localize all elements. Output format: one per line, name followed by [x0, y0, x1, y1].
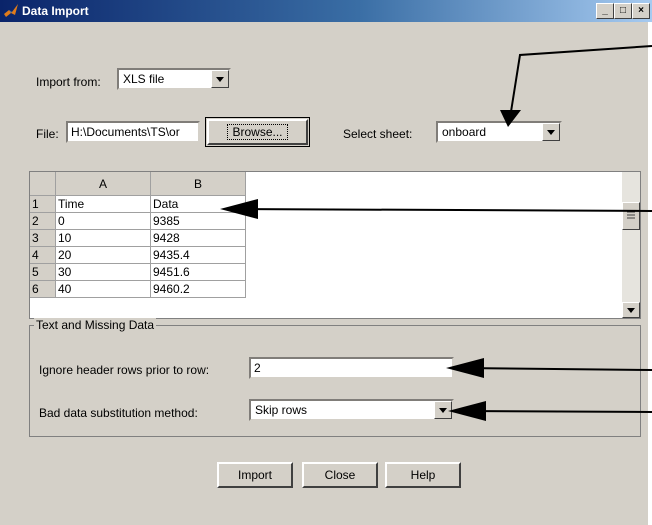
import-from-dropdown[interactable]: XLS file — [117, 68, 231, 90]
maximize-button[interactable]: □ — [614, 3, 632, 19]
scroll-down-button[interactable] — [622, 302, 640, 318]
corner-header — [30, 172, 56, 196]
select-sheet-value: onboard — [442, 125, 487, 139]
row-header[interactable]: 3 — [30, 230, 56, 247]
table-cell[interactable]: 10 — [56, 230, 151, 247]
table-cell[interactable]: Data — [151, 196, 246, 213]
bad-data-method-value: Skip rows — [255, 403, 308, 417]
column-header-a[interactable]: A — [56, 172, 151, 196]
bad-data-method-dropdown[interactable]: Skip rows — [249, 399, 454, 421]
title-bar[interactable]: Data Import _ □ × — [0, 0, 652, 22]
file-label: File: — [36, 127, 59, 141]
ignore-header-rows-value: 2 — [254, 361, 261, 375]
table-cell[interactable]: 40 — [56, 281, 151, 298]
import-button-label: Import — [237, 468, 272, 482]
table-cell[interactable]: 9451.6 — [151, 264, 246, 281]
ignore-header-rows-field[interactable]: 2 — [249, 357, 454, 379]
close-button-label: Close — [324, 468, 356, 482]
close-button[interactable]: Close — [302, 462, 378, 488]
table-cell[interactable]: 20 — [56, 247, 151, 264]
chevron-down-icon[interactable] — [542, 123, 560, 141]
table-cell[interactable]: 9428 — [151, 230, 246, 247]
help-button-label: Help — [410, 468, 436, 482]
select-sheet-label: Select sheet: — [343, 127, 413, 141]
vertical-scrollbar[interactable] — [622, 172, 640, 318]
table-cell[interactable]: 9385 — [151, 213, 246, 230]
import-from-value: XLS file — [123, 72, 165, 86]
row-header[interactable]: 4 — [30, 247, 56, 264]
close-window-button[interactable]: × — [632, 3, 650, 19]
table-cell[interactable]: 30 — [56, 264, 151, 281]
help-button[interactable]: Help — [385, 462, 461, 488]
import-from-label: Import from: — [36, 75, 101, 89]
table-cell[interactable]: 9435.4 — [151, 247, 246, 264]
column-header-b[interactable]: B — [151, 172, 246, 196]
chevron-down-icon[interactable] — [434, 401, 452, 419]
minimize-button[interactable]: _ — [596, 3, 614, 19]
chevron-down-icon[interactable] — [211, 70, 229, 88]
group-title: Text and Missing Data — [34, 318, 157, 332]
grip-icon — [627, 211, 635, 219]
row-header[interactable]: 5 — [30, 264, 56, 281]
table-cell[interactable]: Time — [56, 196, 151, 213]
table-cell[interactable]: 0 — [56, 213, 151, 230]
browse-button[interactable]: Browse... — [205, 117, 310, 147]
file-path-value: H:\Documents\TS\or — [71, 125, 180, 139]
chevron-down-icon — [627, 308, 635, 313]
select-sheet-dropdown[interactable]: onboard — [436, 121, 562, 143]
row-header[interactable]: 2 — [30, 213, 56, 230]
crop-margin — [648, 22, 652, 525]
matlab-logo-icon — [4, 4, 18, 17]
browse-button-label: Browse... — [227, 124, 288, 140]
row-header[interactable]: 1 — [30, 196, 56, 213]
table-cell[interactable]: 9460.2 — [151, 281, 246, 298]
data-import-window: Data Import _ □ × Import from: XLS file … — [0, 0, 652, 525]
import-button[interactable]: Import — [217, 462, 293, 488]
row-header[interactable]: 6 — [30, 281, 56, 298]
scrollbar-thumb[interactable] — [622, 202, 640, 230]
ignore-header-label: Ignore header rows prior to row: — [39, 363, 210, 377]
bad-data-label: Bad data substitution method: — [39, 406, 198, 420]
window-title: Data Import — [22, 4, 89, 18]
spreadsheet-preview[interactable]: A B 1 Time Data 2 0 9385 3 10 9428 4 20 … — [29, 171, 641, 319]
file-path-field[interactable]: H:\Documents\TS\or — [66, 121, 200, 143]
